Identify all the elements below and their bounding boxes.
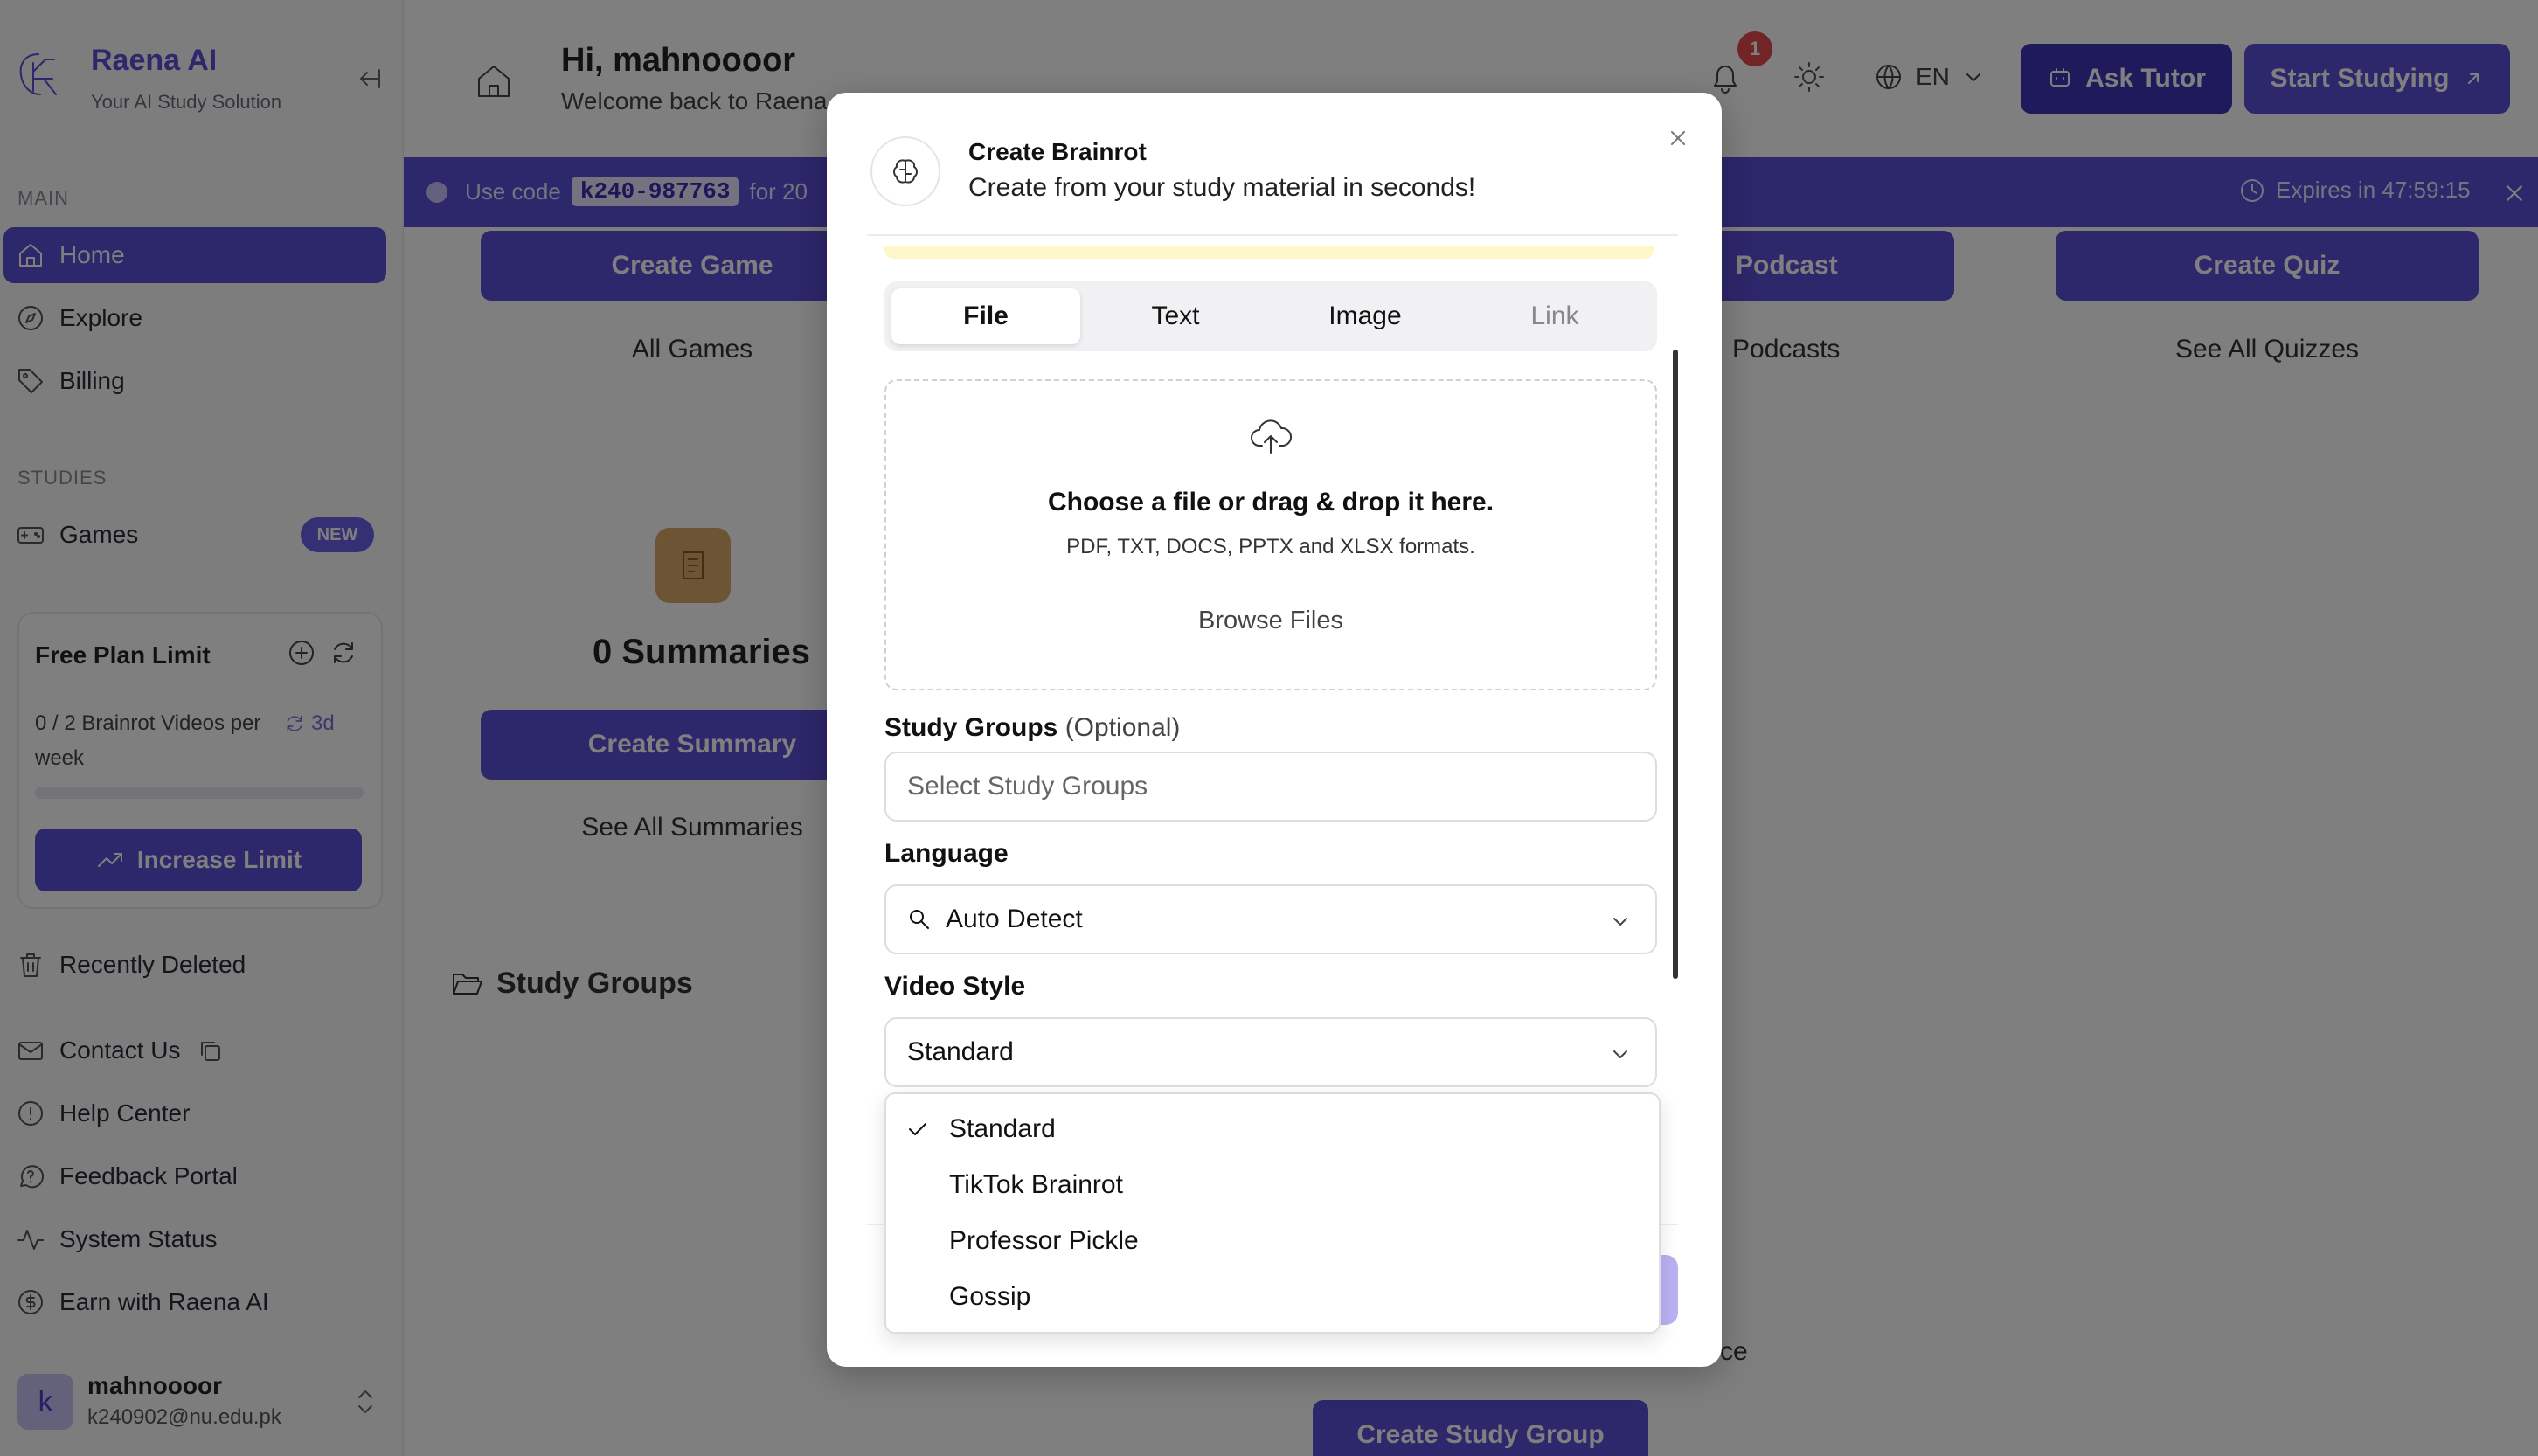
option-label: Professor Pickle: [949, 1226, 1139, 1255]
divider: [867, 234, 1678, 236]
close-icon[interactable]: [1661, 121, 1695, 156]
optional-tag: (Optional): [1064, 713, 1181, 742]
video-style-label: Video Style: [884, 972, 1026, 1001]
dropzone-formats: PDF, TXT, DOCS, PPTX and XLSX formats.: [1066, 535, 1475, 558]
chevron-down-icon: [1610, 911, 1631, 932]
browse-files-button[interactable]: Browse Files: [884, 607, 1657, 635]
option-label: TikTok Brainrot: [949, 1170, 1123, 1199]
option-standard[interactable]: Standard: [884, 1101, 1661, 1157]
brain-icon: [870, 136, 940, 206]
modal-subtitle: Create from your study material in secon…: [968, 173, 1476, 202]
tab-file[interactable]: File: [891, 288, 1080, 344]
option-gossip[interactable]: Gossip: [884, 1269, 1661, 1325]
option-label: Standard: [949, 1114, 1056, 1143]
check-icon: [905, 1117, 930, 1141]
dropzone-title: Choose a file or drag & drop it here.: [1047, 488, 1494, 517]
language-label: Language: [884, 839, 1009, 868]
modal-title: Create Brainrot: [968, 138, 1147, 165]
modal-scrollbar[interactable]: [1673, 350, 1678, 979]
tab-text[interactable]: Text: [1081, 288, 1270, 344]
language-select[interactable]: Auto Detect: [884, 884, 1657, 954]
notice-strip: [884, 246, 1654, 259]
study-groups-label: Study Groups (Optional): [884, 713, 1180, 743]
video-style-value: Standard: [907, 1037, 1014, 1066]
study-groups-placeholder: Select Study Groups: [907, 772, 1148, 801]
option-professor-pickle[interactable]: Professor Pickle: [884, 1213, 1661, 1269]
tab-link[interactable]: Link: [1460, 288, 1649, 344]
magnifier-icon: [907, 907, 932, 932]
cloud-upload-icon: [1248, 414, 1293, 460]
option-label: Gossip: [949, 1282, 1031, 1311]
study-groups-label-text: Study Groups: [884, 713, 1058, 742]
chevron-down-icon: [1610, 1043, 1631, 1064]
study-groups-select[interactable]: Select Study Groups: [884, 752, 1657, 822]
language-value: Auto Detect: [946, 905, 1083, 933]
tab-image[interactable]: Image: [1271, 288, 1460, 344]
video-style-select[interactable]: Standard: [884, 1017, 1657, 1087]
option-tiktok-brainrot[interactable]: TikTok Brainrot: [884, 1157, 1661, 1213]
